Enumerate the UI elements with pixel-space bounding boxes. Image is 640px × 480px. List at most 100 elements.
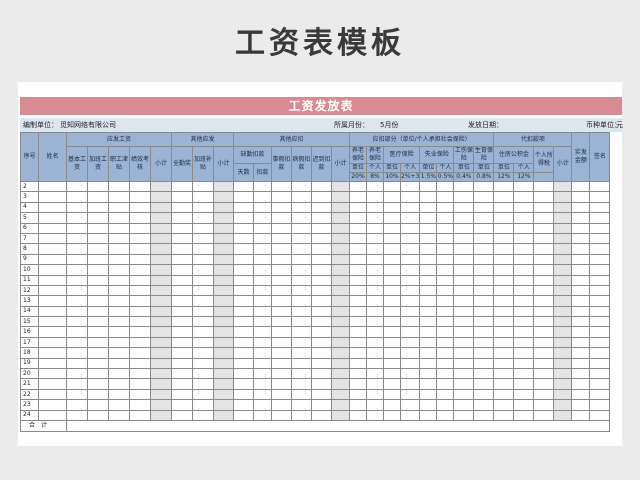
table-cell[interactable] xyxy=(493,264,515,276)
table-cell[interactable] xyxy=(366,264,384,276)
table-cell[interactable] xyxy=(38,222,67,234)
table-cell[interactable] xyxy=(473,347,495,359)
table-cell[interactable] xyxy=(473,305,495,318)
table-cell[interactable] xyxy=(493,378,515,390)
table-cell[interactable] xyxy=(87,232,109,245)
table-cell[interactable] xyxy=(192,295,214,307)
table-cell[interactable] xyxy=(366,378,384,390)
table-cell[interactable] xyxy=(383,180,401,193)
table-cell[interactable] xyxy=(349,326,367,338)
table-cell[interactable] xyxy=(171,378,193,390)
table-cell[interactable] xyxy=(233,191,254,203)
table-cell[interactable] xyxy=(571,326,591,338)
table-cell[interactable] xyxy=(349,201,367,214)
table-cell[interactable] xyxy=(513,347,535,359)
table-cell[interactable] xyxy=(571,295,591,307)
table-cell[interactable] xyxy=(553,316,573,328)
table-cell[interactable] xyxy=(331,357,350,370)
table-cell[interactable] xyxy=(192,378,214,390)
table-cell[interactable] xyxy=(171,243,193,255)
table-cell[interactable] xyxy=(311,253,332,266)
table-cell[interactable] xyxy=(513,212,535,224)
table-cell[interactable] xyxy=(399,180,421,193)
table-cell[interactable] xyxy=(271,378,292,390)
table-cell[interactable] xyxy=(349,232,367,245)
table-cell[interactable] xyxy=(311,180,332,193)
table-cell[interactable] xyxy=(291,222,312,234)
table-cell[interactable] xyxy=(271,399,292,411)
table-cell[interactable] xyxy=(513,357,535,370)
table-cell[interactable] xyxy=(553,201,573,214)
table-cell[interactable] xyxy=(253,316,272,328)
table-cell[interactable] xyxy=(150,326,172,338)
table-cell[interactable] xyxy=(571,201,591,214)
table-cell[interactable] xyxy=(108,388,130,401)
table-cell[interactable] xyxy=(436,399,455,411)
table-cell[interactable] xyxy=(453,347,475,359)
table-cell[interactable] xyxy=(38,253,67,266)
table-cell[interactable] xyxy=(513,284,535,297)
table-cell[interactable] xyxy=(129,180,151,193)
table-cell[interactable] xyxy=(419,264,438,276)
table-cell[interactable] xyxy=(589,388,611,401)
table-cell[interactable] xyxy=(171,368,193,380)
table-cell[interactable] xyxy=(473,232,495,245)
table-cell[interactable] xyxy=(349,180,367,193)
table-cell[interactable] xyxy=(366,191,384,203)
table-cell[interactable] xyxy=(291,357,312,370)
table-cell[interactable] xyxy=(108,212,130,224)
table-cell[interactable] xyxy=(473,388,495,401)
table-cell[interactable] xyxy=(331,409,350,422)
table-cell[interactable] xyxy=(213,295,234,307)
table-cell[interactable] xyxy=(453,336,475,349)
table-cell[interactable] xyxy=(311,326,332,338)
table-cell[interactable] xyxy=(553,399,573,411)
table-cell[interactable] xyxy=(129,201,151,214)
table-cell[interactable] xyxy=(213,222,234,234)
table-cell[interactable] xyxy=(349,274,367,286)
table-cell[interactable] xyxy=(493,388,515,401)
table-cell[interactable] xyxy=(150,316,172,328)
table-cell[interactable] xyxy=(213,232,234,245)
table-cell[interactable] xyxy=(473,274,495,286)
table-cell[interactable] xyxy=(383,201,401,214)
table-cell[interactable] xyxy=(108,316,130,328)
table-cell[interactable] xyxy=(233,409,254,422)
table-cell[interactable] xyxy=(571,316,591,328)
table-cell[interactable] xyxy=(311,305,332,318)
table-cell[interactable] xyxy=(331,368,350,380)
table-cell[interactable] xyxy=(419,274,438,286)
table-cell[interactable] xyxy=(331,191,350,203)
table-cell[interactable] xyxy=(271,347,292,359)
table-cell[interactable] xyxy=(38,232,67,245)
table-cell[interactable] xyxy=(436,357,455,370)
table-cell[interactable] xyxy=(331,399,350,411)
table-cell[interactable] xyxy=(271,212,292,224)
table-cell[interactable] xyxy=(66,388,88,401)
table-cell[interactable] xyxy=(493,368,515,380)
table-cell[interactable] xyxy=(192,368,214,380)
table-cell[interactable] xyxy=(571,378,591,390)
table-cell[interactable] xyxy=(108,274,130,286)
table-cell[interactable] xyxy=(108,295,130,307)
table-cell[interactable] xyxy=(453,191,475,203)
table-cell[interactable] xyxy=(453,368,475,380)
table-cell[interactable] xyxy=(493,347,515,359)
table-cell[interactable] xyxy=(383,368,401,380)
table-cell[interactable] xyxy=(436,264,455,276)
table-cell[interactable] xyxy=(366,388,384,401)
table-cell[interactable] xyxy=(366,274,384,286)
table-cell[interactable] xyxy=(171,264,193,276)
table-cell[interactable] xyxy=(38,368,67,380)
table-cell[interactable] xyxy=(192,212,214,224)
table-cell[interactable] xyxy=(233,357,254,370)
table-cell[interactable] xyxy=(311,212,332,224)
table-cell[interactable] xyxy=(513,399,535,411)
table-cell[interactable] xyxy=(331,284,350,297)
table-cell[interactable] xyxy=(38,212,67,224)
table-cell[interactable] xyxy=(513,191,535,203)
table-cell[interactable] xyxy=(533,180,555,193)
table-cell[interactable] xyxy=(150,212,172,224)
table-cell[interactable] xyxy=(533,232,555,245)
table-cell[interactable] xyxy=(271,326,292,338)
